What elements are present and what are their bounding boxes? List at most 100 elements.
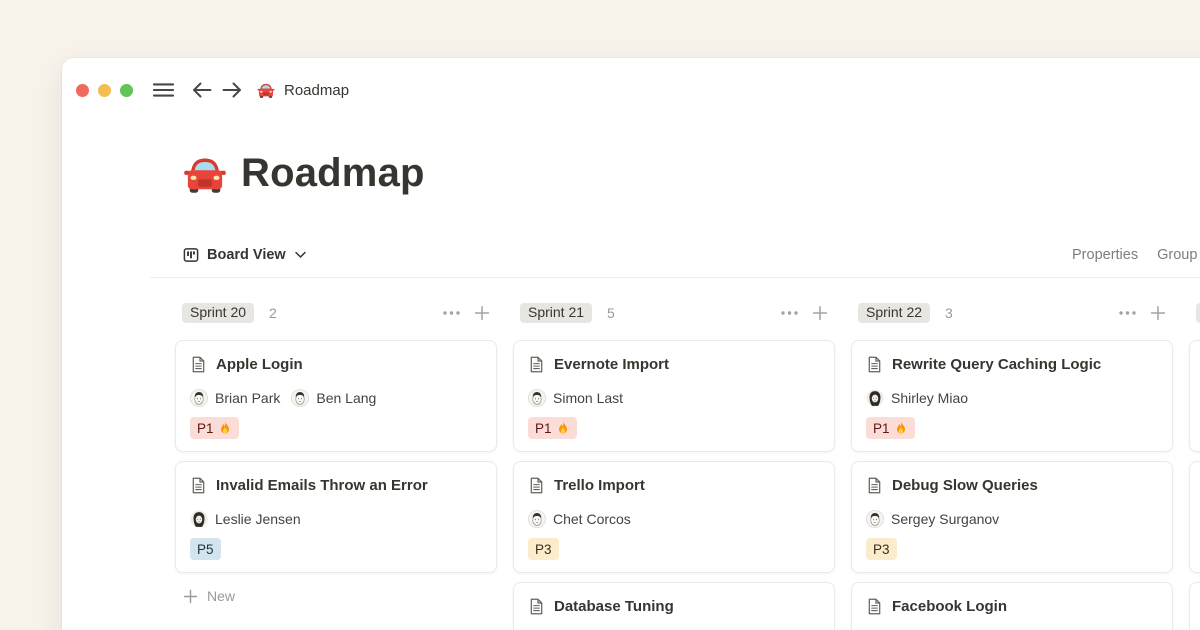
column-more-icon[interactable] [780,310,799,316]
board-column: Sprint 215 Evernote Import Simon Last P1 Tre… [513,298,835,630]
column-header [1189,302,1200,324]
board-card[interactable]: Database Tuning [513,582,835,630]
card-assignees: Shirley Miao [866,388,1158,408]
column-group-pill[interactable]: Sprint 22 [858,303,930,323]
assignee-name: Simon Last [553,390,623,406]
assignee: Simon Last [528,389,623,407]
board-card[interactable]: Facebook Login [851,582,1173,630]
column-add-icon[interactable] [1150,305,1166,321]
card-title: Database Tuning [554,598,674,615]
female-sketch-avatar [866,389,884,407]
board-card[interactable]: Trello Import Chet Corcos P3 [513,461,835,573]
doc-icon [866,356,883,373]
column-add-icon[interactable] [812,305,828,321]
column-header: Sprint 22 3 [851,302,1173,324]
assignee: Ben Lang [291,389,376,407]
assignee-name: Ben Lang [316,390,376,406]
column-group-pill[interactable]: Sprint 20 [182,303,254,323]
view-label: Board View [207,247,286,263]
doc-icon [528,598,545,615]
card-assignees: Leslie Jensen [190,509,482,529]
new-card-button[interactable]: New [175,582,497,610]
minimize-window-button[interactable] [98,84,111,97]
column-card-count: 3 [945,305,953,321]
page-title[interactable]: Roadmap [241,151,425,196]
board-column [1189,298,1200,630]
priority-badge: P1 [866,417,915,439]
breadcrumb[interactable]: Roadmap [284,82,349,99]
board-card[interactable]: Invalid Emails Throw an Error Leslie Jens… [175,461,497,573]
card-title: Rewrite Query Caching Logic [892,356,1101,373]
priority-badge: P3 [866,538,897,560]
board-card[interactable] [1189,461,1200,573]
group-by-button[interactable]: Group bySprint [1157,247,1200,263]
page-background: Roadmap Roadmap Board View Properties Gr… [0,0,1200,630]
board-view-selector[interactable]: Board View [183,240,306,270]
male-sketch-avatar [291,389,309,407]
board-card[interactable] [1189,340,1200,452]
column-card-count: 2 [269,305,277,321]
card-title: Apple Login [216,356,303,373]
priority-badge: P1 [190,417,239,439]
fire-icon [556,421,570,436]
new-card-label: New [207,588,235,604]
card-assignees: Chet Corcos [528,509,820,529]
card-assignees: Simon Last [528,388,820,408]
priority-badge: P1 [528,417,577,439]
board-view: Sprint 20 2 Apple Login Brian Park Ben Lang P… [175,298,1200,630]
board-column: Sprint 22 3 Rewrite Query Caching Logic Shi… [851,298,1173,630]
board-column: Sprint 20 2 Apple Login Brian Park Ben Lang P… [175,298,497,630]
doc-icon [866,598,883,615]
column-group-pill[interactable]: Sprint 21 [520,303,592,323]
properties-button[interactable]: Properties [1072,247,1138,263]
assignee: Chet Corcos [528,510,631,528]
titlebar: Roadmap [76,74,349,106]
card-title: Trello Import [554,477,645,494]
arrow-right-icon[interactable] [221,80,243,100]
assignee-name: Sergey Surganov [891,511,999,527]
priority-badge: P3 [528,538,559,560]
toolbar-right: Properties Group bySprint Fi [1072,240,1200,270]
card-title: Invalid Emails Throw an Error [216,477,428,494]
card-assignees: Brian Park Ben Lang [190,388,482,408]
doc-icon [528,477,545,494]
column-header: Sprint 20 2 [175,302,497,324]
plus-icon [183,589,198,604]
board-card[interactable] [1189,582,1200,630]
doc-icon [190,356,207,373]
assignee-name: Chet Corcos [553,511,631,527]
arrow-left-icon[interactable] [191,80,213,100]
board-view-icon [183,247,199,263]
card-title: Debug Slow Queries [892,477,1038,494]
board-card[interactable]: Apple Login Brian Park Ben Lang P1 [175,340,497,452]
assignee-name: Leslie Jensen [215,511,301,527]
view-toolbar: Board View Properties Group bySprint Fi [183,240,1200,270]
column-more-icon[interactable] [442,310,461,316]
priority-badge: P5 [190,538,221,560]
app-window: Roadmap Roadmap Board View Properties Gr… [62,58,1200,630]
column-group-pill[interactable] [1196,303,1200,323]
card-title: Evernote Import [554,356,669,373]
male-sketch-avatar [528,389,546,407]
page-header: Roadmap [183,151,425,196]
fire-icon [894,421,908,436]
female-sketch-avatar [190,510,208,528]
board-card[interactable]: Debug Slow Queries Sergey Surganov P3 [851,461,1173,573]
board-card[interactable]: Rewrite Query Caching Logic Shirley Miao P… [851,340,1173,452]
zoom-window-button[interactable] [120,84,133,97]
group-by-prefix: Group by [1157,247,1200,263]
doc-icon [866,477,883,494]
male-sketch-avatar [866,510,884,528]
card-title: Facebook Login [892,598,1007,615]
toolbar-divider [150,277,1200,278]
column-more-icon[interactable] [1118,310,1137,316]
column-header: Sprint 215 [513,302,835,324]
close-window-button[interactable] [76,84,89,97]
hamburger-icon[interactable] [152,80,175,100]
assignee: Brian Park [190,389,280,407]
column-add-icon[interactable] [474,305,490,321]
assignee: Shirley Miao [866,389,968,407]
board-card[interactable]: Evernote Import Simon Last P1 [513,340,835,452]
car-icon[interactable] [183,154,227,194]
doc-icon [190,477,207,494]
